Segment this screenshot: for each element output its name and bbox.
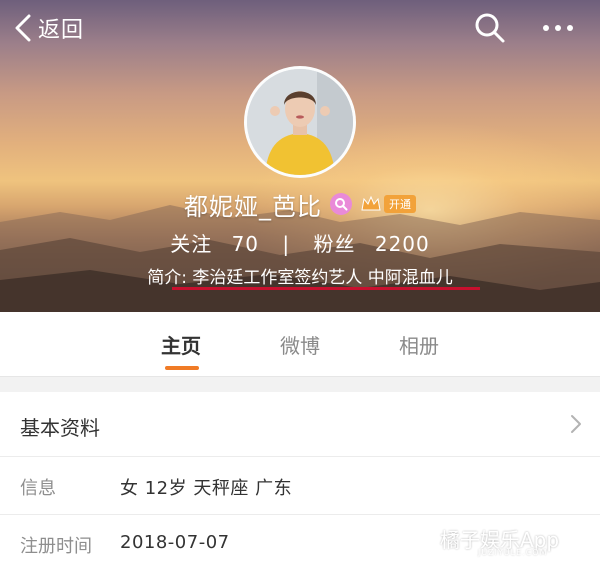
tab-indicator — [165, 366, 199, 370]
follow-label[interactable]: 关注 — [170, 228, 212, 257]
tab-album[interactable]: 相册 — [399, 330, 439, 359]
chevron-left-icon — [15, 14, 31, 42]
follow-count[interactable]: 70 — [232, 232, 259, 256]
back-button[interactable]: 返回 — [14, 10, 84, 46]
fans-count[interactable]: 2200 — [375, 232, 430, 256]
crown-icon — [361, 195, 381, 211]
basic-info-header[interactable]: 基本资料 — [0, 392, 600, 457]
watermark-subtext: JUZIYULE.COM — [478, 548, 548, 557]
profile-tabs: 主页 微博 相册 — [0, 312, 600, 377]
back-label: 返回 — [38, 18, 85, 43]
stats-row: 关注 70 | 粉丝 2200 — [0, 228, 600, 257]
register-time-value: 2018-07-07 — [120, 532, 230, 553]
more-icon[interactable] — [540, 10, 576, 46]
stats-divider: | — [282, 232, 291, 256]
basic-info-title: 基本资料 — [20, 416, 100, 440]
profile-cover: 返回 都妮娅_芭比 开通 关注 70 | 粉丝 2200 简介: 李治廷工作室签… — [0, 0, 600, 312]
fans-label[interactable]: 粉丝 — [314, 228, 356, 257]
vip-label: 开通 — [384, 195, 416, 213]
avatar-photo — [247, 69, 353, 175]
magnifier-icon — [335, 198, 348, 211]
chevron-right-icon — [571, 415, 581, 433]
avatar[interactable] — [244, 66, 356, 178]
profile-name: 都妮娅_芭比 — [184, 192, 322, 221]
tab-weibo[interactable]: 微博 — [280, 330, 320, 359]
super-topic-icon[interactable] — [330, 193, 352, 215]
info-row: 信息 女 12岁 天秤座 广东 — [0, 458, 600, 515]
intro-underline — [172, 287, 480, 290]
vip-badge[interactable]: 开通 — [360, 194, 416, 214]
profile-intro: 简介: 李治廷工作室签约艺人 中阿混血儿 — [147, 268, 453, 288]
info-value: 女 12岁 天秤座 广东 — [120, 478, 293, 499]
register-time-key: 注册时间 — [20, 536, 92, 557]
info-key: 信息 — [20, 478, 56, 499]
search-icon[interactable] — [472, 10, 508, 46]
tab-home[interactable]: 主页 — [161, 330, 201, 359]
watermark: 橘子娱乐App JUZIYULE.COM — [440, 524, 559, 557]
